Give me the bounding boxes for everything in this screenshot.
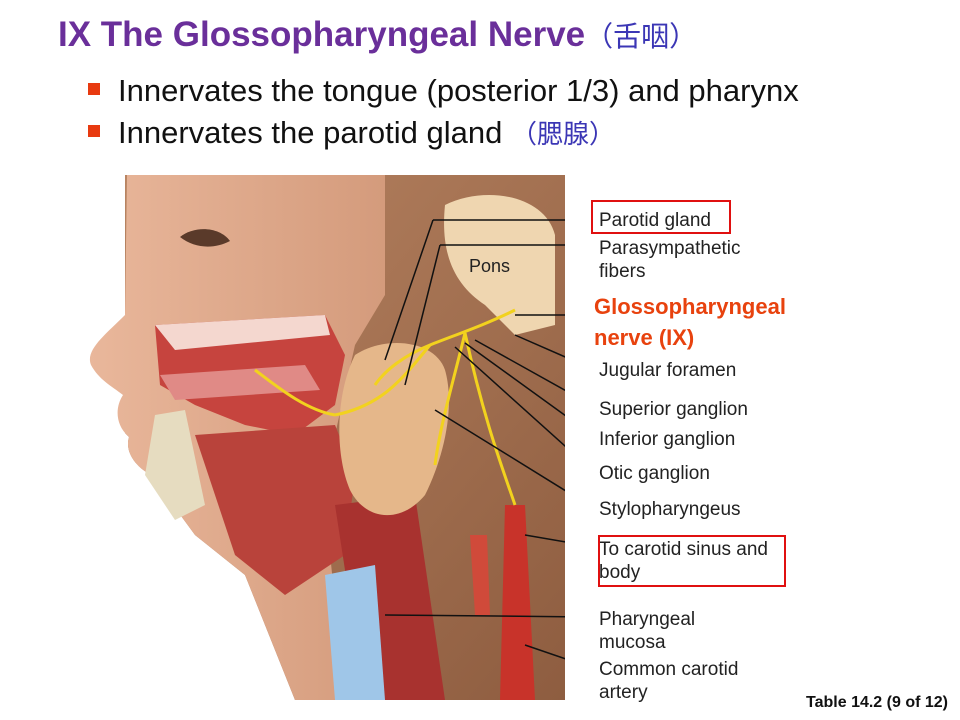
bullet-square-icon [88, 83, 100, 95]
bullet-square-icon [88, 125, 100, 137]
label-stylopharyngeus: Stylopharyngeus [599, 499, 741, 520]
label-common-carotid-artery: artery [599, 682, 648, 703]
slide-title: IX The Glossopharyngeal Nerve（舌咽） [58, 14, 697, 56]
head-neck-illustration: Pons [85, 175, 565, 700]
pons-label: Pons [469, 256, 510, 276]
bullet-item: Innervates the tongue (posterior 1/3) an… [88, 70, 799, 112]
bullet-text: Innervates the tongue (posterior 1/3) an… [118, 73, 799, 108]
label-parasympathetic-fibers: fibers [599, 261, 646, 282]
bullet-text: Innervates the parotid gland [118, 115, 511, 150]
larynx-cartilage [325, 565, 385, 700]
label-nerve-ix: nerve (IX) [594, 325, 695, 350]
title-chinese: （舌咽） [585, 20, 698, 53]
label-otic-ganglion: Otic ganglion [599, 463, 710, 484]
title-text: IX The Glossopharyngeal Nerve [58, 15, 586, 54]
label-pharyngeal-mucosa: mucosa [599, 632, 666, 653]
label-jugular-foramen: Jugular foramen [599, 360, 737, 381]
label-glossopharyngeal: Glossopharyngeal [594, 294, 786, 319]
highlight-box-parotid [591, 200, 731, 234]
label-inferior-ganglion: Inferior ganglion [599, 429, 736, 450]
bullet-list: Innervates the tongue (posterior 1/3) an… [88, 70, 799, 154]
highlight-box-carotid [598, 535, 786, 587]
label-parasympathetic: Parasympathetic [599, 238, 741, 259]
bullet-chinese: （腮腺） [510, 120, 615, 150]
label-common-carotid: Common carotid [599, 659, 739, 680]
label-superior-ganglion: Superior ganglion [599, 399, 748, 420]
label-pharyngeal: Pharyngeal [599, 609, 696, 630]
table-caption: Table 14.2 (9 of 12) [806, 694, 948, 711]
bullet-item: Innervates the parotid gland （腮腺） [88, 112, 799, 154]
